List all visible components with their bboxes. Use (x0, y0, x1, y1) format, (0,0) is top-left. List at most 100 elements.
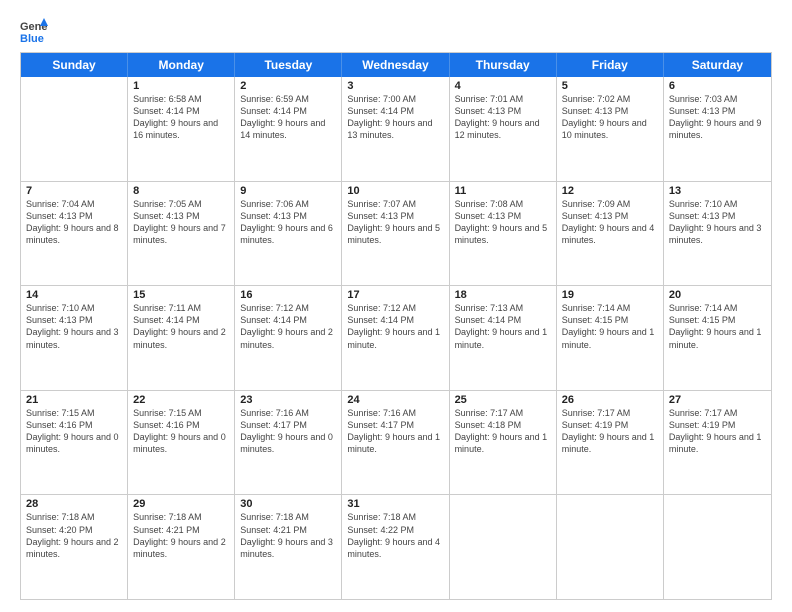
calendar-day-cell: 18Sunrise: 7:13 AMSunset: 4:14 PMDayligh… (450, 286, 557, 390)
day-number: 22 (133, 394, 229, 406)
cell-info: Sunrise: 7:10 AMSunset: 4:13 PMDaylight:… (26, 302, 122, 351)
calendar-day-cell: 23Sunrise: 7:16 AMSunset: 4:17 PMDayligh… (235, 391, 342, 495)
calendar-day-cell (664, 495, 771, 599)
cell-info: Sunrise: 7:18 AMSunset: 4:21 PMDaylight:… (133, 511, 229, 560)
cell-info: Sunrise: 7:15 AMSunset: 4:16 PMDaylight:… (26, 407, 122, 456)
cell-info: Sunrise: 7:09 AMSunset: 4:13 PMDaylight:… (562, 198, 658, 247)
calendar-day-cell: 6Sunrise: 7:03 AMSunset: 4:13 PMDaylight… (664, 77, 771, 181)
day-number: 27 (669, 394, 766, 406)
logo-svg: General Blue (20, 16, 48, 48)
calendar-day-cell: 1Sunrise: 6:58 AMSunset: 4:14 PMDaylight… (128, 77, 235, 181)
calendar-header: SundayMondayTuesdayWednesdayThursdayFrid… (21, 53, 771, 77)
calendar-week-row: 7Sunrise: 7:04 AMSunset: 4:13 PMDaylight… (21, 182, 771, 287)
calendar-day-cell: 27Sunrise: 7:17 AMSunset: 4:19 PMDayligh… (664, 391, 771, 495)
calendar-day-header: Thursday (450, 53, 557, 77)
calendar-day-cell: 17Sunrise: 7:12 AMSunset: 4:14 PMDayligh… (342, 286, 449, 390)
day-number: 13 (669, 185, 766, 197)
cell-info: Sunrise: 7:15 AMSunset: 4:16 PMDaylight:… (133, 407, 229, 456)
calendar-day-cell: 28Sunrise: 7:18 AMSunset: 4:20 PMDayligh… (21, 495, 128, 599)
day-number: 2 (240, 80, 336, 92)
calendar-day-cell: 3Sunrise: 7:00 AMSunset: 4:14 PMDaylight… (342, 77, 449, 181)
cell-info: Sunrise: 7:11 AMSunset: 4:14 PMDaylight:… (133, 302, 229, 351)
calendar-day-cell: 10Sunrise: 7:07 AMSunset: 4:13 PMDayligh… (342, 182, 449, 286)
calendar-day-cell: 16Sunrise: 7:12 AMSunset: 4:14 PMDayligh… (235, 286, 342, 390)
calendar-body: 1Sunrise: 6:58 AMSunset: 4:14 PMDaylight… (21, 77, 771, 599)
day-number: 25 (455, 394, 551, 406)
cell-info: Sunrise: 7:17 AMSunset: 4:19 PMDaylight:… (562, 407, 658, 456)
cell-info: Sunrise: 7:16 AMSunset: 4:17 PMDaylight:… (240, 407, 336, 456)
cell-info: Sunrise: 7:08 AMSunset: 4:13 PMDaylight:… (455, 198, 551, 247)
cell-info: Sunrise: 6:58 AMSunset: 4:14 PMDaylight:… (133, 93, 229, 142)
day-number: 31 (347, 498, 443, 510)
day-number: 7 (26, 185, 122, 197)
cell-info: Sunrise: 7:02 AMSunset: 4:13 PMDaylight:… (562, 93, 658, 142)
day-number: 4 (455, 80, 551, 92)
cell-info: Sunrise: 7:10 AMSunset: 4:13 PMDaylight:… (669, 198, 766, 247)
day-number: 21 (26, 394, 122, 406)
day-number: 20 (669, 289, 766, 301)
calendar-day-cell (21, 77, 128, 181)
page: General Blue SundayMondayTuesdayWednesda… (0, 0, 792, 612)
day-number: 5 (562, 80, 658, 92)
cell-info: Sunrise: 7:17 AMSunset: 4:18 PMDaylight:… (455, 407, 551, 456)
calendar-day-cell: 21Sunrise: 7:15 AMSunset: 4:16 PMDayligh… (21, 391, 128, 495)
calendar-day-cell: 19Sunrise: 7:14 AMSunset: 4:15 PMDayligh… (557, 286, 664, 390)
calendar-day-cell: 8Sunrise: 7:05 AMSunset: 4:13 PMDaylight… (128, 182, 235, 286)
calendar-day-cell: 22Sunrise: 7:15 AMSunset: 4:16 PMDayligh… (128, 391, 235, 495)
cell-info: Sunrise: 7:07 AMSunset: 4:13 PMDaylight:… (347, 198, 443, 247)
day-number: 29 (133, 498, 229, 510)
day-number: 18 (455, 289, 551, 301)
day-number: 30 (240, 498, 336, 510)
svg-text:Blue: Blue (20, 33, 44, 45)
cell-info: Sunrise: 7:06 AMSunset: 4:13 PMDaylight:… (240, 198, 336, 247)
calendar-week-row: 28Sunrise: 7:18 AMSunset: 4:20 PMDayligh… (21, 495, 771, 599)
calendar-day-header: Monday (128, 53, 235, 77)
calendar: SundayMondayTuesdayWednesdayThursdayFrid… (20, 52, 772, 600)
calendar-day-cell: 12Sunrise: 7:09 AMSunset: 4:13 PMDayligh… (557, 182, 664, 286)
calendar-day-cell (557, 495, 664, 599)
cell-info: Sunrise: 7:00 AMSunset: 4:14 PMDaylight:… (347, 93, 443, 142)
day-number: 28 (26, 498, 122, 510)
calendar-day-cell: 24Sunrise: 7:16 AMSunset: 4:17 PMDayligh… (342, 391, 449, 495)
calendar-day-cell: 7Sunrise: 7:04 AMSunset: 4:13 PMDaylight… (21, 182, 128, 286)
logo: General Blue (20, 16, 48, 48)
calendar-day-cell: 30Sunrise: 7:18 AMSunset: 4:21 PMDayligh… (235, 495, 342, 599)
calendar-day-cell: 31Sunrise: 7:18 AMSunset: 4:22 PMDayligh… (342, 495, 449, 599)
cell-info: Sunrise: 7:16 AMSunset: 4:17 PMDaylight:… (347, 407, 443, 456)
calendar-day-cell: 15Sunrise: 7:11 AMSunset: 4:14 PMDayligh… (128, 286, 235, 390)
calendar-day-cell: 25Sunrise: 7:17 AMSunset: 4:18 PMDayligh… (450, 391, 557, 495)
calendar-day-cell: 29Sunrise: 7:18 AMSunset: 4:21 PMDayligh… (128, 495, 235, 599)
cell-info: Sunrise: 7:05 AMSunset: 4:13 PMDaylight:… (133, 198, 229, 247)
calendar-day-cell: 11Sunrise: 7:08 AMSunset: 4:13 PMDayligh… (450, 182, 557, 286)
day-number: 1 (133, 80, 229, 92)
cell-info: Sunrise: 7:12 AMSunset: 4:14 PMDaylight:… (347, 302, 443, 351)
day-number: 24 (347, 394, 443, 406)
calendar-day-header: Wednesday (342, 53, 449, 77)
cell-info: Sunrise: 7:14 AMSunset: 4:15 PMDaylight:… (669, 302, 766, 351)
cell-info: Sunrise: 6:59 AMSunset: 4:14 PMDaylight:… (240, 93, 336, 142)
day-number: 10 (347, 185, 443, 197)
day-number: 6 (669, 80, 766, 92)
day-number: 11 (455, 185, 551, 197)
calendar-week-row: 1Sunrise: 6:58 AMSunset: 4:14 PMDaylight… (21, 77, 771, 182)
cell-info: Sunrise: 7:17 AMSunset: 4:19 PMDaylight:… (669, 407, 766, 456)
calendar-day-cell (450, 495, 557, 599)
day-number: 23 (240, 394, 336, 406)
cell-info: Sunrise: 7:01 AMSunset: 4:13 PMDaylight:… (455, 93, 551, 142)
calendar-day-cell: 2Sunrise: 6:59 AMSunset: 4:14 PMDaylight… (235, 77, 342, 181)
calendar-day-cell: 5Sunrise: 7:02 AMSunset: 4:13 PMDaylight… (557, 77, 664, 181)
cell-info: Sunrise: 7:14 AMSunset: 4:15 PMDaylight:… (562, 302, 658, 351)
cell-info: Sunrise: 7:04 AMSunset: 4:13 PMDaylight:… (26, 198, 122, 247)
calendar-day-cell: 20Sunrise: 7:14 AMSunset: 4:15 PMDayligh… (664, 286, 771, 390)
day-number: 8 (133, 185, 229, 197)
cell-info: Sunrise: 7:12 AMSunset: 4:14 PMDaylight:… (240, 302, 336, 351)
day-number: 26 (562, 394, 658, 406)
calendar-day-cell: 4Sunrise: 7:01 AMSunset: 4:13 PMDaylight… (450, 77, 557, 181)
day-number: 9 (240, 185, 336, 197)
cell-info: Sunrise: 7:18 AMSunset: 4:22 PMDaylight:… (347, 511, 443, 560)
calendar-day-cell: 26Sunrise: 7:17 AMSunset: 4:19 PMDayligh… (557, 391, 664, 495)
cell-info: Sunrise: 7:13 AMSunset: 4:14 PMDaylight:… (455, 302, 551, 351)
calendar-day-header: Sunday (21, 53, 128, 77)
calendar-day-header: Friday (557, 53, 664, 77)
calendar-day-header: Tuesday (235, 53, 342, 77)
